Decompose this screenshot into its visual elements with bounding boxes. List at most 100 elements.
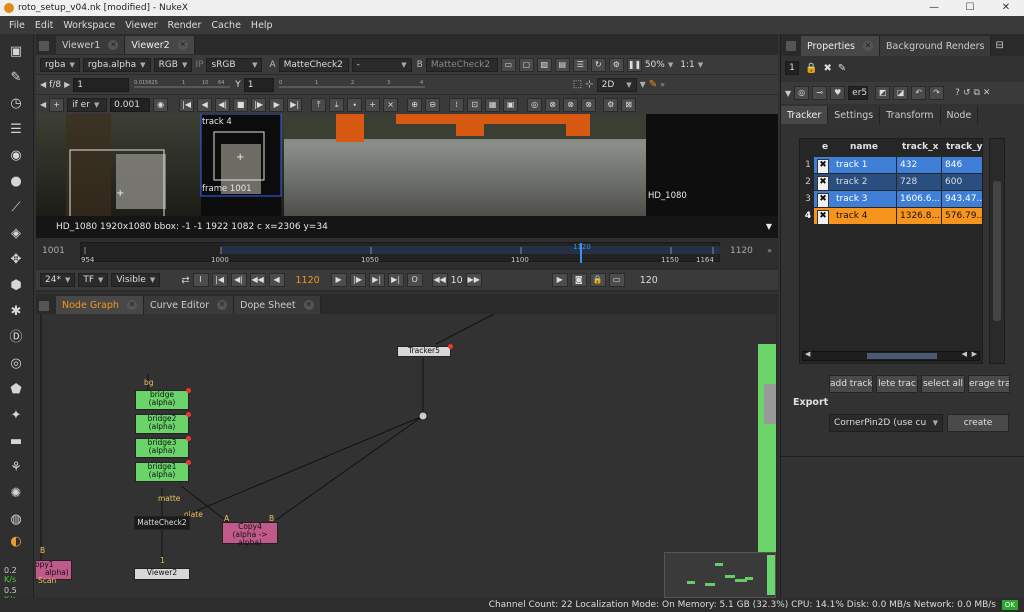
- end-frame-field[interactable]: 120: [640, 275, 658, 286]
- delete-key-icon[interactable]: ×: [383, 97, 399, 112]
- zoom-value[interactable]: 50%: [645, 60, 665, 70]
- track-enabled-checkbox[interactable]: ✖: [817, 159, 829, 173]
- monitor-icon[interactable]: ▭: [608, 273, 625, 287]
- table-row[interactable]: 3 ✖ track 3 1606.6... 943.47...: [800, 191, 984, 207]
- cara-icon[interactable]: ◐: [8, 534, 24, 550]
- viewer-image[interactable]: + + track 4 frame 1001 HD_1080: [36, 114, 778, 216]
- horizontal-scrollbar[interactable]: ◀ ◀ ▶: [802, 350, 980, 361]
- tab-properties[interactable]: Properties ✕: [801, 36, 881, 56]
- menu-help[interactable]: Help: [251, 20, 273, 31]
- menu-workspace[interactable]: Workspace: [63, 20, 115, 31]
- track-x-cell[interactable]: 1606.6...: [897, 191, 941, 207]
- close-tab-icon[interactable]: ✕: [863, 41, 874, 51]
- close-tab-icon[interactable]: ✕: [108, 40, 119, 50]
- close-tab-icon[interactable]: ✕: [177, 40, 188, 50]
- display-dropdown[interactable]: RGB ▼: [153, 57, 193, 72]
- threshold-field[interactable]: 0.001: [110, 97, 151, 112]
- display-icon[interactable]: ▣: [503, 97, 519, 112]
- remove-track-icon[interactable]: ⊖: [425, 97, 441, 112]
- play-forward-icon[interactable]: ▶: [330, 273, 347, 287]
- vertical-scroll-thumb[interactable]: [993, 181, 1001, 321]
- track-forward-icon[interactable]: ▶: [269, 97, 285, 112]
- panel-menu-icon[interactable]: ⊟: [995, 40, 1003, 51]
- input-icon[interactable]: ⊸: [812, 86, 828, 100]
- track-name-cell[interactable]: track 3: [832, 191, 896, 207]
- channel-dropdown[interactable]: rgba.alpha ▼: [82, 57, 151, 72]
- clear-icon[interactable]: ✖: [823, 63, 831, 74]
- globe-icon[interactable]: ◍: [8, 512, 24, 528]
- collapse-icon[interactable]: »: [767, 246, 772, 255]
- add-track-icon[interactable]: ⊕: [407, 97, 423, 112]
- particles-icon[interactable]: ✱: [8, 304, 24, 320]
- select-all-button[interactable]: select all: [921, 375, 965, 393]
- tab-tracker[interactable]: Tracker: [781, 106, 829, 124]
- keyframe-icon[interactable]: ⁞: [449, 97, 465, 112]
- pause-icon[interactable]: ❚❚: [626, 57, 642, 72]
- tile-color-icon[interactable]: ◩: [875, 86, 891, 100]
- transform-icon[interactable]: ✥: [8, 252, 24, 268]
- furnace-icon[interactable]: ⚘: [8, 460, 24, 476]
- help-icon[interactable]: ?: [955, 88, 960, 98]
- tf-dropdown[interactable]: TF ▼: [78, 273, 109, 287]
- track-y-cell[interactable]: 600: [942, 174, 982, 190]
- eye-icon[interactable]: ◉: [153, 97, 169, 112]
- close-button[interactable]: ✕: [988, 0, 1024, 16]
- pencil-icon[interactable]: ✎: [649, 79, 657, 90]
- navigator-minimap[interactable]: [664, 552, 776, 598]
- copy4-node[interactable]: Copy4 (alpha -> alpha): [222, 522, 278, 547]
- input-a-dropdown[interactable]: MatteCheck2: [278, 57, 349, 72]
- track-y-cell[interactable]: 576.79...: [942, 208, 982, 224]
- timeline[interactable]: 1001 954 1000 1050 1100 1150 1164 1120 1…: [36, 238, 778, 268]
- table-row[interactable]: 2 ✖ track 2 728 600: [800, 174, 984, 190]
- menu-edit[interactable]: Edit: [35, 20, 53, 31]
- scroll-left-icon[interactable]: ◀: [805, 350, 810, 358]
- other-icon[interactable]: ▬: [8, 434, 24, 450]
- track-all-icon[interactable]: ⤓: [329, 97, 345, 112]
- step-forward-icon[interactable]: ▶▶: [465, 273, 482, 287]
- center-node-icon[interactable]: ◎: [794, 86, 810, 100]
- input-b-dropdown[interactable]: MatteCheck2: [425, 57, 498, 72]
- track-name-cell[interactable]: track 1: [832, 157, 896, 173]
- scroll-right-icon[interactable]: ◀: [962, 350, 967, 358]
- tab-viewer1[interactable]: Viewer1 ✕: [56, 36, 126, 54]
- layer-dropdown[interactable]: rgba ▼: [40, 57, 80, 72]
- grid-icon[interactable]: ▦: [485, 97, 501, 112]
- roi-icon[interactable]: ▭: [500, 57, 516, 72]
- close-tab-icon[interactable]: ✕: [217, 300, 228, 310]
- curve-side-panel[interactable]: [989, 138, 1005, 364]
- track-y-cell[interactable]: 943.47...: [942, 191, 982, 207]
- color-icon[interactable]: ◉: [8, 148, 24, 164]
- gamma-field[interactable]: 1: [243, 77, 274, 92]
- undo-icon[interactable]: ↶: [911, 86, 927, 100]
- tab-dope-sheet[interactable]: Dope Sheet ✕: [234, 296, 321, 314]
- ocula-icon[interactable]: ✺: [8, 486, 24, 502]
- node-name-field[interactable]: er5: [848, 86, 869, 100]
- add-key-plus-icon[interactable]: +: [365, 97, 381, 112]
- center-icon[interactable]: ⊡: [467, 97, 483, 112]
- panel-grip-icon[interactable]: [38, 40, 50, 52]
- gain-slider[interactable]: 0.015625 1 10 64: [132, 78, 232, 92]
- metadata-icon[interactable]: ⬟: [8, 382, 24, 398]
- out-point-icon[interactable]: O: [406, 273, 423, 287]
- panel-grip-icon[interactable]: [785, 40, 797, 52]
- add-track-button[interactable]: add track: [829, 375, 873, 393]
- track-x-cell[interactable]: 728: [897, 174, 941, 190]
- settings-icon[interactable]: ⚙: [603, 97, 619, 112]
- track-enabled-checkbox[interactable]: ✖: [817, 176, 829, 190]
- view-mode-dropdown[interactable]: 2D ▼: [596, 77, 637, 92]
- tab-curve-editor[interactable]: Curve Editor ✕: [143, 296, 235, 314]
- gamma-slider[interactable]: 0 1 2 3 4: [277, 78, 427, 92]
- viewer2-node[interactable]: Viewer2: [134, 568, 190, 580]
- panel-grip-icon[interactable]: [38, 300, 50, 312]
- scroll-thumb[interactable]: [867, 353, 937, 359]
- lock-icon[interactable]: 🔒: [805, 63, 817, 74]
- prev-increment-icon[interactable]: ◀◀: [249, 273, 266, 287]
- next-icon[interactable]: ▶: [64, 80, 70, 89]
- gl-color-icon[interactable]: ◪: [893, 86, 909, 100]
- tab-viewer2[interactable]: Viewer2 ✕: [125, 36, 195, 54]
- delete-tracks-button[interactable]: lete trac: [876, 375, 918, 393]
- paint-icon[interactable]: ✎: [8, 70, 24, 86]
- refresh-icon[interactable]: ↻: [590, 57, 606, 72]
- step-forward-icon[interactable]: |▶: [251, 97, 267, 112]
- backdrop-node[interactable]: [758, 344, 776, 574]
